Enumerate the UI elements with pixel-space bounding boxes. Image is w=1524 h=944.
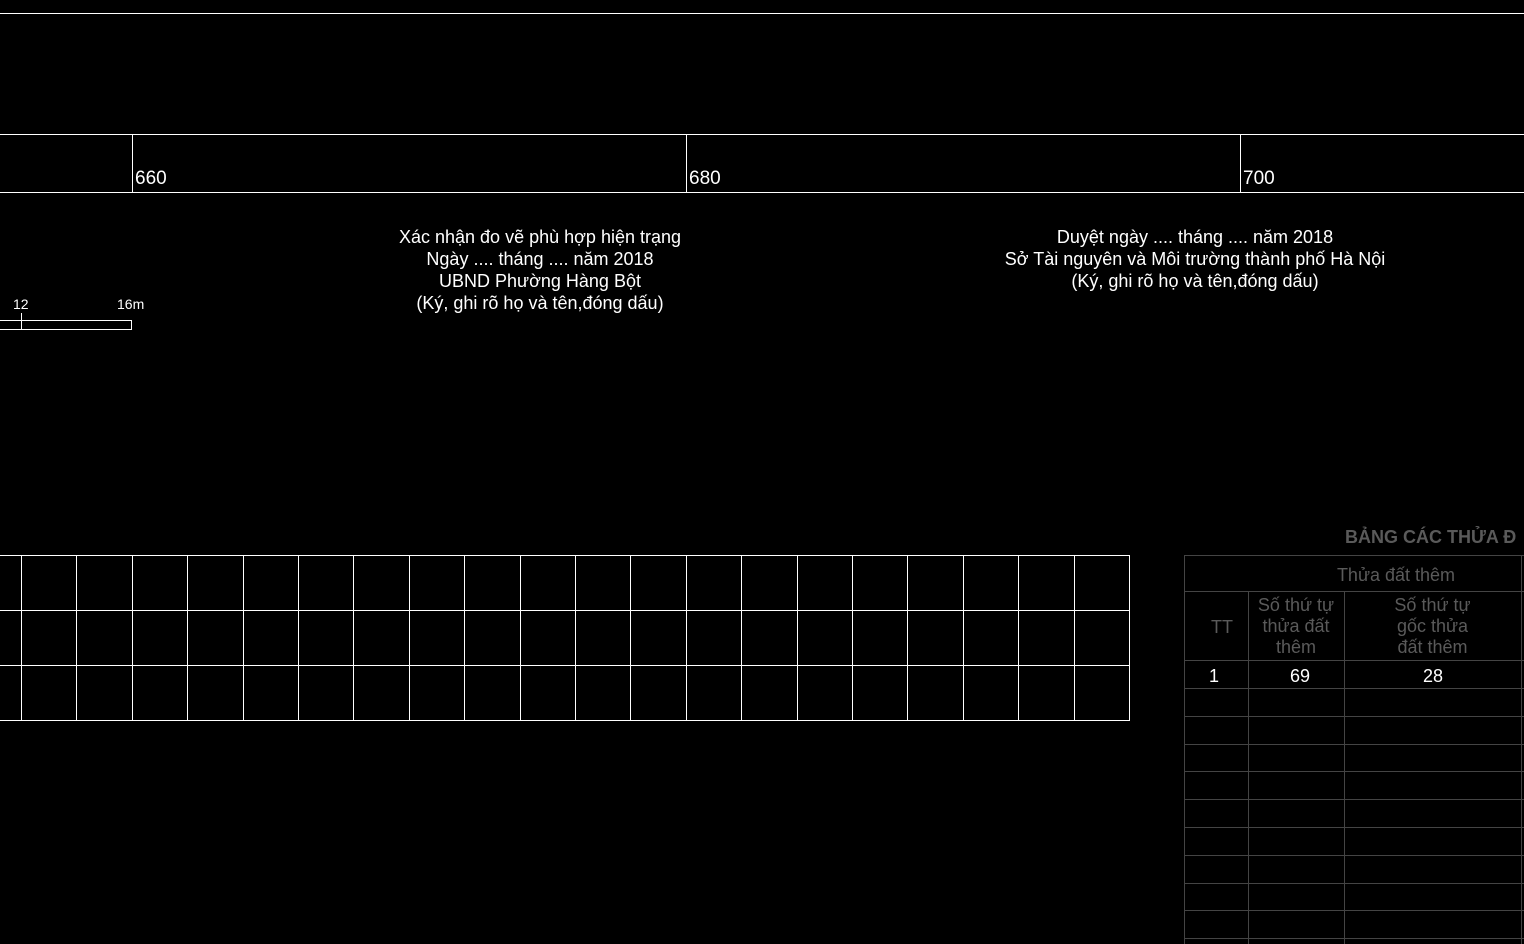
parcel-row-1-goc: 28	[1423, 666, 1444, 686]
grid-row-line	[0, 665, 1130, 666]
parcel-row-1-so: 69	[1290, 666, 1311, 686]
grid-col-line	[1129, 555, 1130, 721]
grid-col-line	[76, 555, 77, 721]
scale-bar	[0, 320, 132, 330]
approve-line-3: (Ký, ghi rõ họ và tên,đóng dấu)	[1071, 271, 1319, 291]
parcel-table-row-line	[1184, 744, 1524, 745]
parcel-table-row-line	[1184, 883, 1524, 884]
grid-col-line	[353, 555, 354, 721]
grid-col-line	[575, 555, 576, 721]
parcel-table-row-line	[1184, 827, 1524, 828]
grid-col-line	[132, 555, 133, 721]
parcel-col-header-so-thu-tu-goc: Số thứ tự gốc thửa đất thêm	[1394, 595, 1471, 657]
approve-signature-block: Duyệt ngày .... tháng .... năm 2018 Sở T…	[960, 226, 1430, 292]
grid-col-line	[797, 555, 798, 721]
grid-col-line	[21, 555, 22, 721]
parcel-table-title: BẢNG CÁC THỬA Đ	[1345, 527, 1517, 547]
grid-col-line	[464, 555, 465, 721]
grid-col-line	[1018, 555, 1019, 721]
ruler-label-660: 660	[135, 168, 167, 189]
parcel-table-top-border	[1184, 555, 1524, 556]
grid-col-line	[630, 555, 631, 721]
parcel-table-row-line	[1184, 716, 1524, 717]
parcel-table-left-border	[1184, 555, 1185, 944]
ruler-tick-700	[1240, 134, 1241, 192]
grid-table	[0, 555, 1130, 721]
grid-col-line	[686, 555, 687, 721]
scale-label-12: 12	[13, 296, 29, 312]
ruler-label-700: 700	[1243, 168, 1275, 189]
grid-col-line	[741, 555, 742, 721]
ruler-label-680: 680	[689, 168, 721, 189]
grid-col-line	[243, 555, 244, 721]
parcel-col-header-so-thu-tu: Số thứ tự thửa đất thêm	[1257, 595, 1335, 657]
grid-col-line	[298, 555, 299, 721]
grid-row-line	[0, 720, 1130, 721]
parcel-table-row-line	[1184, 771, 1524, 772]
parcel-table-group-header: Thửa đất thêm	[1336, 565, 1456, 585]
parcel-table-row-line	[1184, 855, 1524, 856]
confirm-line-4: (Ký, ghi rõ họ và tên,đóng dấu)	[416, 293, 664, 313]
approve-line-1: Duyệt ngày .... tháng .... năm 2018	[1056, 227, 1334, 247]
ruler-bottom-line	[0, 192, 1524, 193]
grid-col-line	[187, 555, 188, 721]
parcel-row-1-tt: 1	[1209, 666, 1220, 686]
confirm-signature-block: Xác nhận đo vẽ phù hợp hiện trạng Ngày .…	[340, 226, 740, 314]
scale-label-16m: 16m	[117, 296, 145, 312]
grid-col-line	[520, 555, 521, 721]
parcel-table-row-line	[1184, 910, 1524, 911]
approve-line-2: Sở Tài nguyên và Môi trường thành phố Hà…	[1004, 249, 1386, 269]
grid-row-line	[0, 610, 1130, 611]
parcel-table-row-line	[1184, 938, 1524, 939]
grid-col-line	[1074, 555, 1075, 721]
parcel-table-col-divider-3	[1521, 555, 1522, 944]
ruler-tick-680	[686, 134, 687, 192]
grid-col-line	[852, 555, 853, 721]
parcel-table-row-line	[1184, 660, 1524, 661]
grid-row-line	[0, 555, 1130, 556]
parcel-table-row-line	[1184, 688, 1524, 689]
parcel-table-header-divider	[1184, 591, 1524, 592]
ruler-top-line	[0, 134, 1524, 135]
confirm-line-3: UBND Phường Hàng Bột	[439, 271, 641, 291]
grid-col-line	[907, 555, 908, 721]
parcel-table-row-line	[1184, 799, 1524, 800]
scale-bar-tick-12	[21, 313, 22, 330]
confirm-line-1: Xác nhận đo vẽ phù hợp hiện trạng	[398, 227, 681, 247]
ruler-tick-660	[132, 134, 133, 192]
drawing-border-top	[0, 13, 1524, 14]
grid-col-line	[963, 555, 964, 721]
confirm-line-2: Ngày .... tháng .... năm 2018	[426, 249, 654, 269]
grid-col-line	[409, 555, 410, 721]
